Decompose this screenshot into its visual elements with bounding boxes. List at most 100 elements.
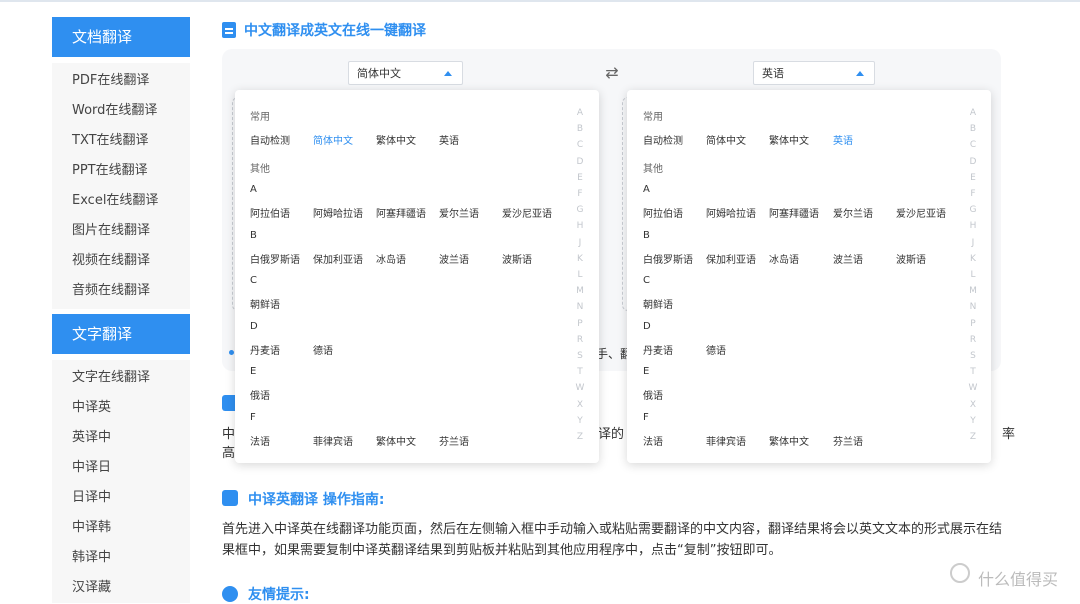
lang-option[interactable]: 自动检测	[643, 132, 683, 147]
index-letter-a[interactable]: A	[575, 108, 585, 118]
source-language-select[interactable]: 简体中文	[348, 61, 463, 85]
index-letter-d[interactable]: D	[575, 157, 585, 167]
lang-option[interactable]: 爱沙尼亚语	[502, 205, 552, 220]
index-letter-w[interactable]: W	[575, 383, 585, 393]
lang-option[interactable]: 繁体中文	[376, 132, 416, 147]
index-letter-l[interactable]: L	[575, 270, 585, 280]
lang-option[interactable]: 芬兰语	[833, 433, 863, 448]
index-letter-r[interactable]: R	[968, 335, 978, 345]
index-letter-e[interactable]: E	[575, 173, 585, 183]
lang-option[interactable]: 保加利亚语	[313, 251, 363, 266]
index-letter-f[interactable]: F	[575, 189, 585, 199]
index-letter-h[interactable]: H	[575, 221, 585, 231]
sidebar-item-ppt[interactable]: PPT在线翻译	[52, 156, 190, 186]
sidebar-item-zh-ko[interactable]: 中译韩	[52, 513, 190, 543]
index-letter-j[interactable]: J	[968, 238, 978, 248]
sidebar-item-zh-en[interactable]: 中译英	[52, 393, 190, 423]
index-letter-r[interactable]: R	[575, 335, 585, 345]
lang-option[interactable]: 阿拉伯语	[250, 205, 290, 220]
lang-option[interactable]: 法语	[250, 433, 270, 448]
lang-option[interactable]: 波斯语	[896, 251, 926, 266]
sidebar-item-word[interactable]: Word在线翻译	[52, 96, 190, 126]
index-letter-l[interactable]: L	[968, 270, 978, 280]
index-letter-n[interactable]: N	[575, 302, 585, 312]
lang-option[interactable]: 白俄罗斯语	[250, 251, 300, 266]
lang-option[interactable]: 菲律宾语	[706, 433, 746, 448]
lang-option[interactable]: 波斯语	[502, 251, 532, 266]
lang-option[interactable]: 丹麦语	[643, 342, 673, 357]
index-letter-y[interactable]: Y	[575, 416, 585, 426]
index-letter-g[interactable]: G	[575, 205, 585, 215]
lang-option[interactable]: 俄语	[643, 387, 663, 402]
index-letter-k[interactable]: K	[968, 254, 978, 264]
lang-option[interactable]: 法语	[643, 433, 663, 448]
lang-option[interactable]: 冰岛语	[376, 251, 406, 266]
index-letter-z[interactable]: Z	[575, 432, 585, 442]
index-letter-h[interactable]: H	[968, 221, 978, 231]
lang-option-selected[interactable]: 简体中文	[313, 132, 353, 147]
sidebar-section-text-translate[interactable]: 文字翻译	[52, 314, 190, 354]
lang-option[interactable]: 阿拉伯语	[643, 205, 683, 220]
index-letter-a[interactable]: A	[968, 108, 978, 118]
index-letter-g[interactable]: G	[968, 205, 978, 215]
index-letter-x[interactable]: X	[575, 400, 585, 410]
lang-option[interactable]: 繁体中文	[769, 132, 809, 147]
index-letter-p[interactable]: P	[968, 319, 978, 329]
index-letter-c[interactable]: C	[575, 140, 585, 150]
index-letter-b[interactable]: B	[968, 124, 978, 134]
index-letter-d[interactable]: D	[968, 157, 978, 167]
index-letter-s[interactable]: S	[575, 351, 585, 361]
sidebar-item-text-online[interactable]: 文字在线翻译	[52, 363, 190, 393]
index-letter-z[interactable]: Z	[968, 432, 978, 442]
lang-option[interactable]: 爱沙尼亚语	[896, 205, 946, 220]
swap-languages-icon[interactable]: ⇄	[603, 64, 621, 82]
index-letter-b[interactable]: B	[575, 124, 585, 134]
lang-option[interactable]: 朝鲜语	[643, 296, 673, 311]
index-letter-t[interactable]: T	[968, 367, 978, 377]
sidebar-item-audio[interactable]: 音频在线翻译	[52, 276, 190, 306]
index-letter-f[interactable]: F	[968, 189, 978, 199]
index-letter-k[interactable]: K	[575, 254, 585, 264]
lang-option[interactable]: 爱尔兰语	[833, 205, 873, 220]
lang-option[interactable]: 简体中文	[706, 132, 746, 147]
lang-option[interactable]: 丹麦语	[250, 342, 280, 357]
index-letter-c[interactable]: C	[968, 140, 978, 150]
lang-option[interactable]: 阿姆哈拉语	[313, 205, 363, 220]
lang-option[interactable]: 繁体中文	[769, 433, 809, 448]
index-letter-n[interactable]: N	[968, 302, 978, 312]
lang-option[interactable]: 德语	[313, 342, 333, 357]
lang-option[interactable]: 阿塞拜疆语	[376, 205, 426, 220]
index-letter-x[interactable]: X	[968, 400, 978, 410]
sidebar-item-en-zh[interactable]: 英译中	[52, 423, 190, 453]
lang-option[interactable]: 波兰语	[833, 251, 863, 266]
lang-option[interactable]: 菲律宾语	[313, 433, 353, 448]
lang-option[interactable]: 德语	[706, 342, 726, 357]
lang-option[interactable]: 冰岛语	[769, 251, 799, 266]
lang-option[interactable]: 芬兰语	[439, 433, 469, 448]
sidebar-item-video[interactable]: 视频在线翻译	[52, 246, 190, 276]
target-language-select[interactable]: 英语	[753, 61, 875, 85]
sidebar-item-zh-ja[interactable]: 中译日	[52, 453, 190, 483]
lang-option[interactable]: 波兰语	[439, 251, 469, 266]
index-letter-s[interactable]: S	[968, 351, 978, 361]
sidebar-item-image[interactable]: 图片在线翻译	[52, 216, 190, 246]
index-letter-w[interactable]: W	[968, 383, 978, 393]
lang-option[interactable]: 爱尔兰语	[439, 205, 479, 220]
sidebar-item-excel[interactable]: Excel在线翻译	[52, 186, 190, 216]
sidebar-item-ja-zh[interactable]: 日译中	[52, 483, 190, 513]
sidebar-section-doc-translate[interactable]: 文档翻译	[52, 17, 190, 57]
lang-option[interactable]: 朝鲜语	[250, 296, 280, 311]
index-letter-e[interactable]: E	[968, 173, 978, 183]
lang-option-selected[interactable]: 英语	[833, 132, 853, 147]
lang-option[interactable]: 繁体中文	[376, 433, 416, 448]
lang-option[interactable]: 阿姆哈拉语	[706, 205, 756, 220]
lang-option[interactable]: 阿塞拜疆语	[769, 205, 819, 220]
lang-option[interactable]: 自动检测	[250, 132, 290, 147]
sidebar-item-pdf[interactable]: PDF在线翻译	[52, 66, 190, 96]
lang-option[interactable]: 白俄罗斯语	[643, 251, 693, 266]
index-letter-j[interactable]: J	[575, 238, 585, 248]
sidebar-item-zh-bo[interactable]: 汉译藏	[52, 573, 190, 603]
lang-option[interactable]: 保加利亚语	[706, 251, 756, 266]
lang-option[interactable]: 俄语	[250, 387, 270, 402]
index-letter-m[interactable]: M	[575, 286, 585, 296]
